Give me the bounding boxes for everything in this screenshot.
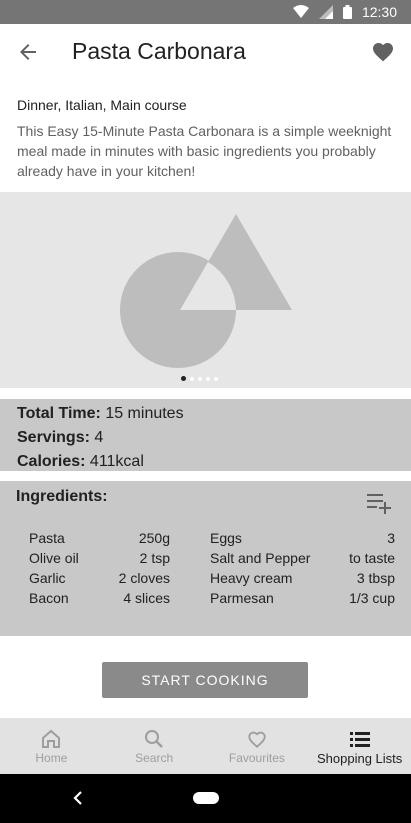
ingredient-amount: 250g [138, 530, 170, 546]
ingredient-name: Bacon [29, 590, 69, 606]
signal-icon [318, 5, 333, 19]
ingredient-amount: 2 tsp [139, 550, 170, 566]
add-to-list-icon[interactable] [365, 491, 393, 515]
page-title: Pasta Carbonara [72, 38, 246, 64]
ingredient-amount: 4 slices [123, 590, 170, 606]
ingredient-name: Pasta [29, 530, 65, 546]
total-time-row: Total Time: 15 minutes [17, 402, 394, 426]
wifi-icon [292, 5, 309, 19]
status-bar: 12:30 [0, 0, 411, 24]
ingredient-name: Olive oil [29, 550, 79, 566]
ingredient-amount: 3 tbsp [356, 570, 395, 586]
ingredient-item: Bacon 4 slices [29, 588, 170, 608]
total-time-label: Total Time: [17, 405, 101, 422]
system-home-icon[interactable] [193, 792, 219, 804]
ingredient-name: Parmesan [210, 590, 274, 606]
ingredient-item: Heavy cream 3 tbsp [210, 568, 395, 588]
calories-value: 411kcal [89, 453, 144, 470]
carousel-dot[interactable] [214, 376, 218, 381]
nav-item-favourites[interactable]: Favourites [206, 718, 309, 774]
recipe-info: Total Time: 15 minutes Servings: 4 Calor… [0, 399, 411, 471]
ingredient-amount: 2 cloves [118, 570, 170, 586]
carousel-indicator [181, 376, 218, 381]
total-time-value: 15 minutes [105, 405, 184, 422]
ingredient-item: Pasta 250g [29, 528, 170, 548]
search-icon [145, 730, 164, 748]
system-navigation-bar [0, 774, 411, 823]
ingredients-card: Ingredients: Pasta 250g Olive oil 2 tsp Ga… [0, 481, 411, 636]
ingredient-item: Salt and Pepper to taste [210, 548, 395, 568]
nav-label-shopping-lists: Shopping Lists [316, 751, 403, 766]
app-bar: Pasta Carbonara [0, 24, 411, 80]
ingredient-amount: 1/3 cup [349, 590, 395, 606]
nav-item-search[interactable]: Search [103, 718, 206, 774]
ingredient-amount: to taste [349, 550, 395, 566]
ingredient-name: Heavy cream [210, 570, 293, 586]
nav-label-home: Home [35, 751, 68, 765]
nav-item-shopping-lists[interactable]: Shopping Lists [308, 718, 411, 774]
carousel-dot[interactable] [206, 376, 210, 381]
calories-row: Calories: 411kcal [17, 450, 394, 474]
servings-label: Servings: [17, 429, 90, 446]
ingredient-item: Eggs 3 [210, 528, 395, 548]
bottom-navigation: Home Search Favourites Shopping Lists [0, 718, 411, 774]
carousel-dot[interactable] [198, 376, 202, 381]
battery-icon [342, 5, 352, 19]
carousel-dot[interactable] [181, 376, 186, 381]
system-back-icon[interactable] [70, 790, 86, 811]
ingredient-item: Olive oil 2 tsp [29, 548, 170, 568]
recipe-description: This Easy 15-Minute Pasta Carbonara is a… [17, 123, 392, 179]
nav-label-favourites: Favourites [228, 751, 285, 765]
back-arrow-icon[interactable] [16, 40, 40, 64]
recipe-tags: Dinner, Italian, Main course [17, 97, 187, 113]
ingredients-column-right: Eggs 3 Salt and Pepper to taste Heavy crea… [210, 528, 395, 608]
clock: 12:30 [361, 4, 397, 20]
heart-outline-icon [248, 731, 266, 748]
ingredient-item: Garlic 2 cloves [29, 568, 170, 588]
ingredients-title: Ingredients: [16, 488, 108, 505]
calories-label: Calories: [17, 453, 86, 470]
ingredient-name: Salt and Pepper [210, 550, 311, 566]
image-placeholder-icon [120, 214, 292, 368]
ingredient-name: Eggs [210, 530, 242, 546]
list-icon [349, 732, 370, 747]
start-cooking-button[interactable]: START COOKING [102, 662, 308, 698]
ingredient-amount: 3 [387, 530, 395, 546]
servings-row: Servings: 4 [17, 426, 394, 450]
servings-value: 4 [94, 429, 104, 446]
home-icon [42, 729, 61, 748]
ingredient-item: Parmesan 1/3 cup [210, 588, 395, 608]
carousel-dot[interactable] [190, 376, 194, 381]
image-carousel[interactable] [0, 192, 411, 388]
nav-label-search: Search [135, 751, 174, 765]
favourite-heart-icon[interactable] [371, 40, 395, 64]
ingredient-name: Garlic [29, 570, 66, 586]
ingredients-column-left: Pasta 250g Olive oil 2 tsp Garlic 2 cloves … [29, 528, 170, 608]
nav-item-home[interactable]: Home [0, 718, 103, 774]
